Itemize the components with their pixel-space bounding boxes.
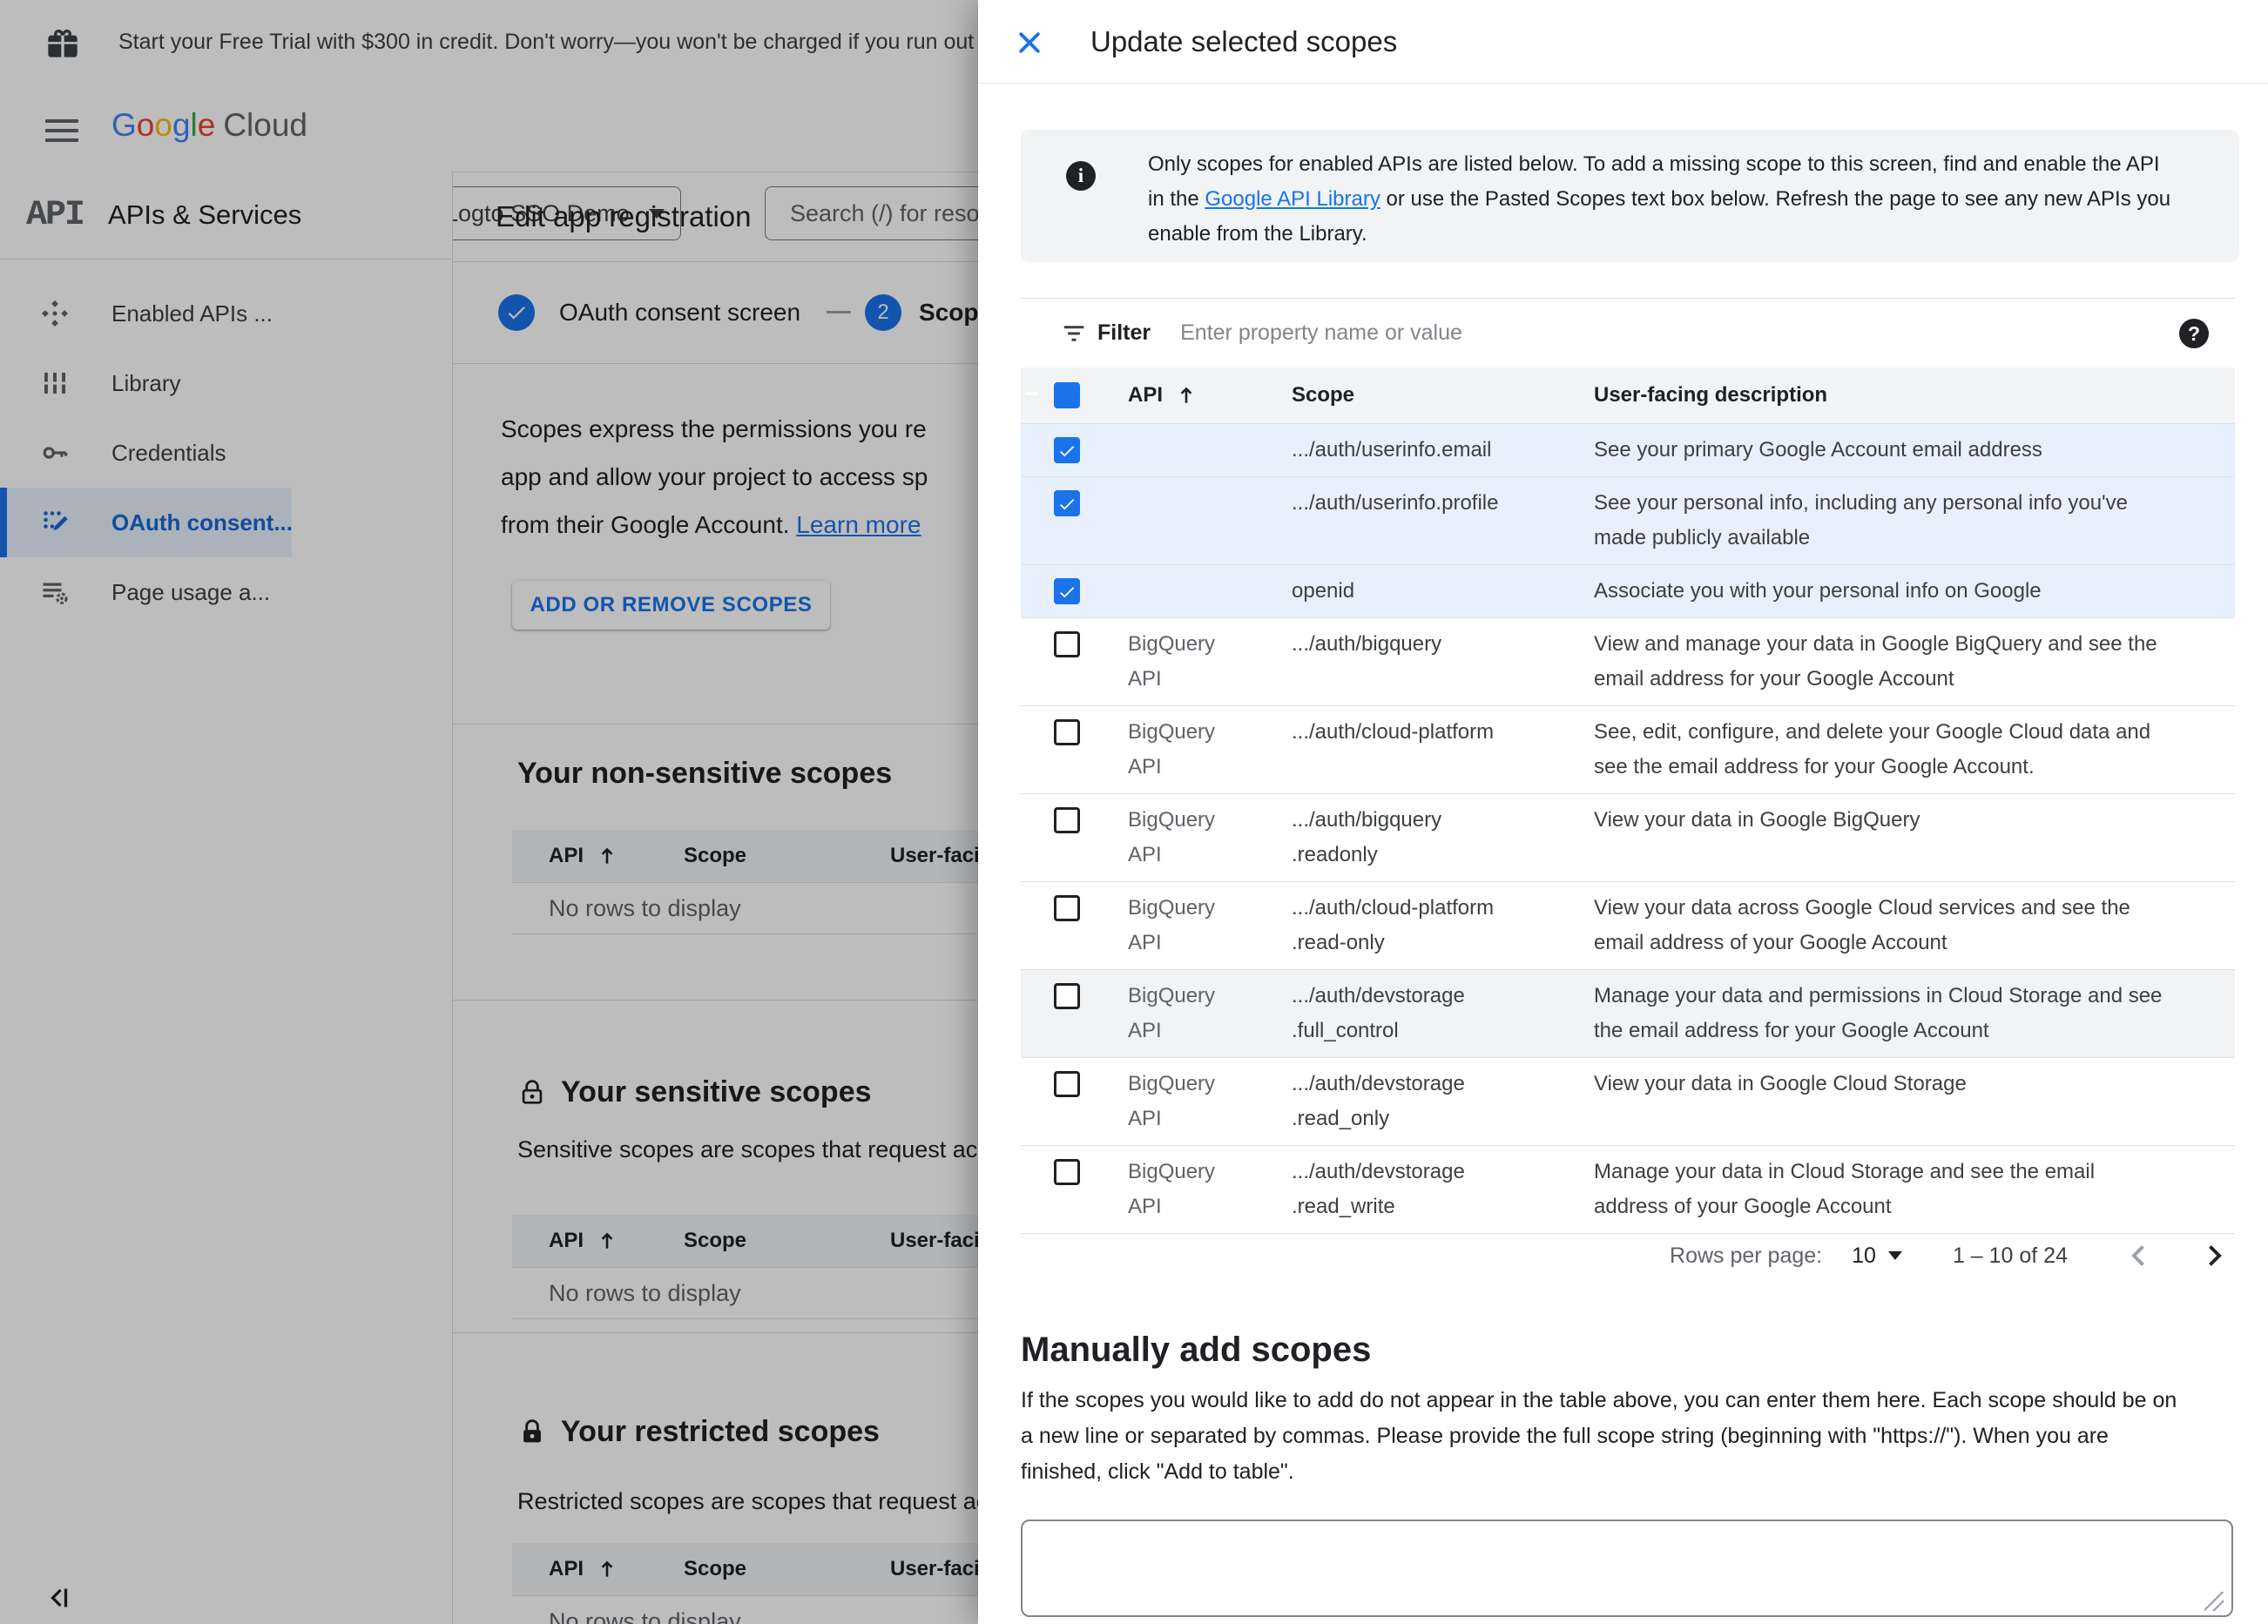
scope-row[interactable]: BigQuery API .../auth/devstorage .read_wr… xyxy=(1021,1146,2235,1234)
scope-description-cell: See your personal info, including any pe… xyxy=(1594,491,2128,549)
scope-description-cell: Manage your data and permissions in Clou… xyxy=(1594,984,2163,1042)
sort-ascending-icon xyxy=(1180,387,1192,403)
scope-name-cell: .../auth/devstorage .full_control xyxy=(1292,984,1465,1042)
info-icon: i xyxy=(1066,161,1096,191)
console-underlay: Start your Free Trial with $300 in credi… xyxy=(0,0,978,1624)
scope-row-checkbox-cell xyxy=(1021,477,1128,564)
scope-name-cell: .../auth/devstorage .read_write xyxy=(1292,1160,1465,1218)
scope-row-checkbox-cell xyxy=(1021,1058,1128,1145)
scope-api-cell xyxy=(1128,424,1292,476)
google-api-library-link[interactable]: Google API Library xyxy=(1205,187,1380,211)
scope-row[interactable]: BigQuery API .../auth/cloud-platform See, … xyxy=(1021,706,2235,794)
modal-scrim[interactable] xyxy=(0,0,978,1624)
scope-api-cell xyxy=(1128,477,1292,564)
scope-name-cell: .../auth/userinfo.email xyxy=(1292,438,1492,462)
scope-row[interactable]: BigQuery API .../auth/cloud-platform .rea… xyxy=(1021,882,2235,970)
manually-add-scopes-title: Manually add scopes xyxy=(1021,1331,1372,1369)
scopes-table-header: API Scope User-facing description xyxy=(1021,367,2235,424)
scope-row[interactable]: .../auth/userinfo.profile See your person… xyxy=(1021,477,2235,565)
next-page-icon[interactable] xyxy=(2198,1240,2230,1271)
checkbox-unchecked[interactable] xyxy=(1054,983,1080,1009)
scope-row-checkbox-cell xyxy=(1021,424,1128,476)
rows-per-page-select[interactable]: 10 xyxy=(1852,1243,1902,1269)
filter-row: Filter Enter property name or value ? xyxy=(1021,298,2235,367)
scope-description-cell: View your data across Google Cloud servi… xyxy=(1594,896,2130,954)
google-cloud-console: Start your Free Trial with $300 in credi… xyxy=(0,0,2268,1624)
scope-row-checkbox-cell xyxy=(1021,794,1128,881)
scope-description-cell: See, edit, configure, and delete your Go… xyxy=(1594,720,2151,778)
filter-label: Filter xyxy=(1097,320,1151,345)
scope-name-cell: openid xyxy=(1292,579,1355,603)
manual-scopes-textarea[interactable] xyxy=(1021,1520,2233,1617)
scope-row[interactable]: BigQuery API .../auth/devstorage .full_co… xyxy=(1021,970,2235,1058)
scope-name-cell: .../auth/bigquery .readonly xyxy=(1292,808,1442,866)
checkbox-checked[interactable] xyxy=(1054,490,1080,516)
scope-api-cell: BigQuery API xyxy=(1128,984,1216,1042)
scope-row[interactable]: openid Associate you with your personal i… xyxy=(1021,565,2235,618)
scope-name-cell: .../auth/cloud-platform .read-only xyxy=(1292,896,1495,954)
scope-row[interactable]: BigQuery API .../auth/bigquery .readonly V… xyxy=(1021,794,2235,882)
scope-api-cell: BigQuery API xyxy=(1128,1160,1216,1218)
scope-description-cell: See your primary Google Account email ad… xyxy=(1594,438,2042,462)
update-selected-scopes-panel: Update selected scopes i Only scopes for… xyxy=(978,0,2268,1624)
scope-row-checkbox-cell xyxy=(1021,706,1128,793)
scope-name-cell: .../auth/devstorage .read_only xyxy=(1292,1072,1465,1130)
scope-row[interactable]: .../auth/userinfo.email See your primary … xyxy=(1021,424,2235,477)
checkbox-unchecked[interactable] xyxy=(1054,1159,1080,1185)
scope-api-cell: BigQuery API xyxy=(1128,808,1216,866)
info-banner: i Only scopes for enabled APIs are liste… xyxy=(1021,130,2239,262)
scope-name-cell: .../auth/cloud-platform xyxy=(1292,720,1495,744)
panel-header: Update selected scopes xyxy=(978,0,2268,84)
scope-row-checkbox-cell xyxy=(1021,618,1128,705)
filter-icon xyxy=(1063,325,1084,341)
scope-api-cell: BigQuery API xyxy=(1128,632,1216,691)
close-icon[interactable] xyxy=(1014,27,1045,58)
scope-description-cell: Manage your data in Cloud Storage and se… xyxy=(1594,1160,2096,1218)
panel-title: Update selected scopes xyxy=(1090,25,1398,57)
column-header-description[interactable]: User-facing description xyxy=(1594,383,2235,408)
scope-name-cell: .../auth/userinfo.profile xyxy=(1292,491,1499,515)
scope-row-checkbox-cell xyxy=(1021,565,1128,617)
scopes-table-body: .../auth/userinfo.email See your primary … xyxy=(1021,424,2235,1234)
scope-description-cell: View your data in Google BigQuery xyxy=(1594,808,1920,832)
scope-name-cell: .../auth/bigquery xyxy=(1292,632,1442,656)
manually-add-scopes-description: If the scopes you would like to add do n… xyxy=(1021,1388,2177,1484)
help-icon[interactable]: ? xyxy=(2179,318,2209,348)
scope-description-cell: View your data in Google Cloud Storage xyxy=(1594,1072,1967,1095)
scope-api-cell: BigQuery API xyxy=(1128,720,1216,778)
checkbox-checked[interactable] xyxy=(1054,578,1080,604)
scope-api-cell xyxy=(1128,565,1292,617)
checkbox-checked[interactable] xyxy=(1054,437,1080,463)
scope-description-cell: Associate you with your personal info on… xyxy=(1594,579,2042,603)
previous-page-icon[interactable] xyxy=(2123,1240,2155,1271)
column-header-scope[interactable]: Scope xyxy=(1292,383,1594,408)
scope-row[interactable]: BigQuery API .../auth/devstorage .read_on… xyxy=(1021,1058,2235,1146)
select-all-checkbox[interactable] xyxy=(1054,382,1080,408)
scopes-table: API Scope User-facing description .../au… xyxy=(1021,367,2235,1234)
scope-row-checkbox-cell xyxy=(1021,882,1128,969)
checkbox-unchecked[interactable] xyxy=(1054,895,1080,921)
filter-input[interactable]: Enter property name or value xyxy=(1180,320,2179,346)
column-header-api[interactable]: API xyxy=(1128,383,1292,408)
pagination-range: 1 – 10 of 24 xyxy=(1952,1243,2068,1268)
checkbox-unchecked[interactable] xyxy=(1054,1071,1080,1097)
scope-row-checkbox-cell xyxy=(1021,1146,1128,1233)
rows-per-page-label: Rows per page: xyxy=(1670,1243,1823,1268)
scope-description-cell: View and manage your data in Google BigQ… xyxy=(1594,632,2157,691)
scope-row-checkbox-cell xyxy=(1021,970,1128,1057)
checkbox-unchecked[interactable] xyxy=(1054,719,1080,745)
scope-api-cell: BigQuery API xyxy=(1128,1072,1216,1130)
caret-down-icon xyxy=(1887,1251,1902,1260)
scope-api-cell: BigQuery API xyxy=(1128,896,1216,954)
pagination-bar: Rows per page: 10 1 – 10 of 24 xyxy=(1021,1224,2235,1287)
scope-row[interactable]: BigQuery API .../auth/bigquery View and ma… xyxy=(1021,618,2235,706)
info-text: Only scopes for enabled APIs are listed … xyxy=(1148,152,2171,246)
checkbox-unchecked[interactable] xyxy=(1054,807,1080,833)
checkbox-unchecked[interactable] xyxy=(1054,631,1080,657)
